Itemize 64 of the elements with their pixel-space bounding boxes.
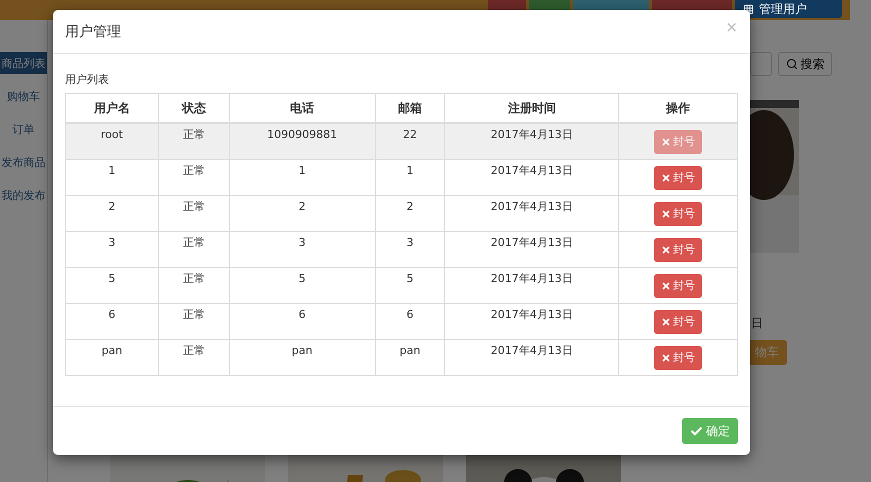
table-cell: 1 [108, 164, 116, 177]
table-cell: 正常 [182, 128, 205, 141]
close-icon [661, 316, 672, 326]
check-icon [690, 424, 703, 438]
table-cell: pan [400, 344, 420, 357]
modal-title: 用户管理 [65, 22, 121, 40]
search-field[interactable] [750, 52, 772, 76]
table-cell: pan [292, 344, 312, 357]
table-cell: 2 [406, 200, 414, 213]
ban-button[interactable]: 封号 [654, 310, 702, 334]
table-cell: 3 [108, 236, 116, 249]
close-icon [661, 352, 672, 362]
sidebar-item[interactable]: 我的发布 [0, 184, 47, 206]
search-icon [786, 58, 798, 70]
section-label: 用户列表 [65, 72, 110, 87]
product-date: 日 [751, 315, 763, 332]
table-cell: 3 [406, 236, 414, 249]
close-icon [661, 280, 672, 290]
close-button[interactable]: × [725, 18, 738, 36]
table-cell: 正常 [182, 272, 205, 285]
table-cell: 2017年4月13日 [490, 272, 573, 285]
ban-button[interactable]: 封号 [654, 274, 702, 298]
ban-button[interactable]: 封号 [654, 346, 702, 370]
table-cell: 2017年4月13日 [490, 308, 573, 321]
cart-button[interactable]: 物车 [747, 340, 787, 365]
close-icon [661, 136, 672, 146]
table-cell: 2 [108, 200, 116, 213]
table-cell: 正常 [182, 308, 205, 321]
confirm-button[interactable]: 确定 [682, 418, 738, 444]
table-cell: 1 [298, 164, 306, 177]
nav-button[interactable]: 管理用户 [735, 0, 842, 18]
ban-button[interactable]: 封号 [654, 238, 702, 262]
table-cell: 6 [406, 308, 414, 321]
table-cell: 5 [298, 272, 306, 285]
search-button[interactable]: 搜索 [778, 52, 832, 76]
table-cell: 2017年4月13日 [490, 236, 573, 249]
table-cell: 2017年4月13日 [490, 128, 573, 141]
table-cell: 1090909881 [267, 128, 338, 141]
sidebar-item[interactable]: 发布商品 [0, 151, 47, 173]
table-cell: 1 [406, 164, 414, 177]
table-cell: 5 [406, 272, 414, 285]
table-cell: 22 [402, 128, 417, 141]
table-cell: 2017年4月13日 [490, 164, 573, 177]
table-cell: 6 [108, 308, 116, 321]
sidebar-item[interactable]: 商品列表 [0, 52, 47, 74]
sidebar-item[interactable]: 购物车 [0, 85, 47, 107]
table-cell: 2017年4月13日 [490, 200, 573, 213]
ban-button[interactable]: 封号 [654, 166, 702, 190]
table-cell: 正常 [182, 200, 205, 213]
close-icon [661, 244, 672, 254]
table-cell: root [100, 128, 123, 141]
table-cell: 2 [298, 200, 306, 213]
table-cell: 3 [298, 236, 306, 249]
table-cell: 正常 [182, 164, 205, 177]
sidebar-item[interactable]: 订单 [0, 118, 47, 140]
close-icon [661, 208, 672, 218]
table-cell: 正常 [182, 344, 205, 357]
table-cell: pan [102, 344, 122, 357]
table-cell: 2017年4月13日 [490, 344, 573, 357]
close-icon [661, 172, 672, 182]
table-cell: 5 [108, 272, 116, 285]
table-cell: 正常 [182, 236, 205, 249]
table-cell: 6 [298, 308, 306, 321]
ban-button[interactable]: 封号 [654, 202, 702, 226]
